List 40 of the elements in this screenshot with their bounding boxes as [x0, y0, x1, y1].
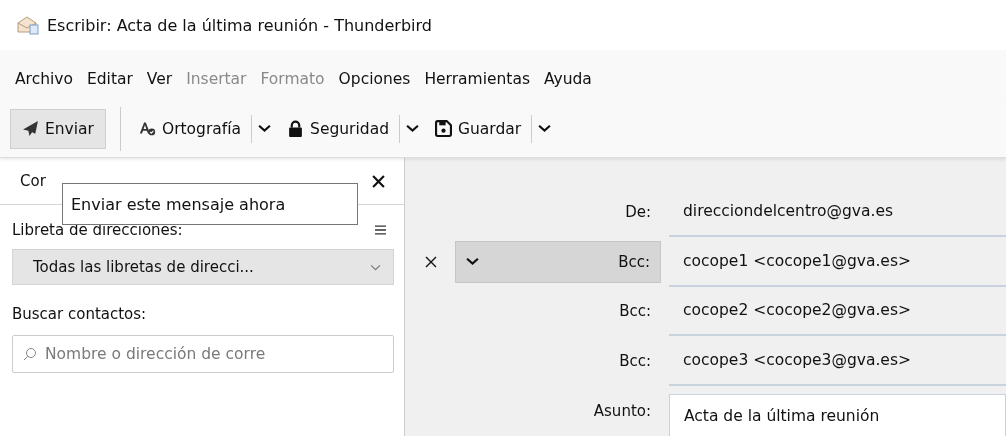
menu-item[interactable]: Archivo: [15, 70, 73, 88]
search-icon: [23, 347, 37, 361]
search-label: Buscar contactos:: [12, 305, 148, 323]
caret-icon: [370, 263, 381, 271]
recipient-field[interactable]: cocope2 <cocope2@gva.es>: [669, 286, 1006, 337]
send-icon: [22, 120, 39, 137]
menu-item[interactable]: Herramientas: [424, 70, 530, 88]
recipient-field[interactable]: cocope1 <cocope1@gva.es>: [669, 236, 1006, 287]
chevron-icon: [466, 257, 479, 267]
send-button[interactable]: Enviar: [10, 108, 106, 149]
menu-icon[interactable]: [375, 225, 386, 235]
address-book-dropdown[interactable]: Todas las libretas de direcci...: [12, 249, 394, 285]
subject-field[interactable]: Acta de la última reunión: [669, 394, 1006, 436]
window-title: Escribir: Acta de la última reunión - Thunderbird: [47, 15, 432, 35]
spelling-icon: [138, 120, 156, 137]
field-label: Bcc:: [619, 302, 651, 321]
lock-icon: [287, 120, 305, 137]
recipient-type-selector[interactable]: Bcc:: [455, 240, 661, 283]
menu-item[interactable]: Opciones: [338, 70, 411, 88]
chevron-icon: [538, 124, 552, 133]
menu-item[interactable]: Ayuda: [544, 70, 592, 88]
chevron-icon: [406, 124, 419, 133]
floppy-icon: [435, 120, 452, 137]
envelope-icon: [17, 15, 39, 35]
recipient-field[interactable]: cocope3 <cocope3@gva.es>: [669, 336, 1006, 387]
menu-item[interactable]: Ver: [146, 70, 173, 88]
remove-icon[interactable]: [425, 255, 437, 268]
chevron-icon: [258, 124, 272, 133]
toolbar-button[interactable]: Seguridad: [283, 109, 393, 148]
toolbar-button[interactable]: Guardar: [431, 109, 526, 148]
field-label: Asunto:: [593, 402, 651, 421]
field-label: De:: [625, 202, 651, 221]
search-field[interactable]: Nombre o dirección de corre: [12, 335, 394, 373]
close-icon[interactable]: [372, 174, 385, 188]
toolbar-button[interactable]: Ortografía: [134, 109, 246, 148]
menu-item[interactable]: Editar: [86, 70, 133, 88]
from-field[interactable]: direcciondelcentro@gva.es: [669, 187, 1006, 237]
tooltip: Enviar este mensaje ahora: [62, 183, 358, 225]
field-label: Bcc:: [619, 352, 651, 371]
field-label: Bcc:: [618, 252, 650, 271]
